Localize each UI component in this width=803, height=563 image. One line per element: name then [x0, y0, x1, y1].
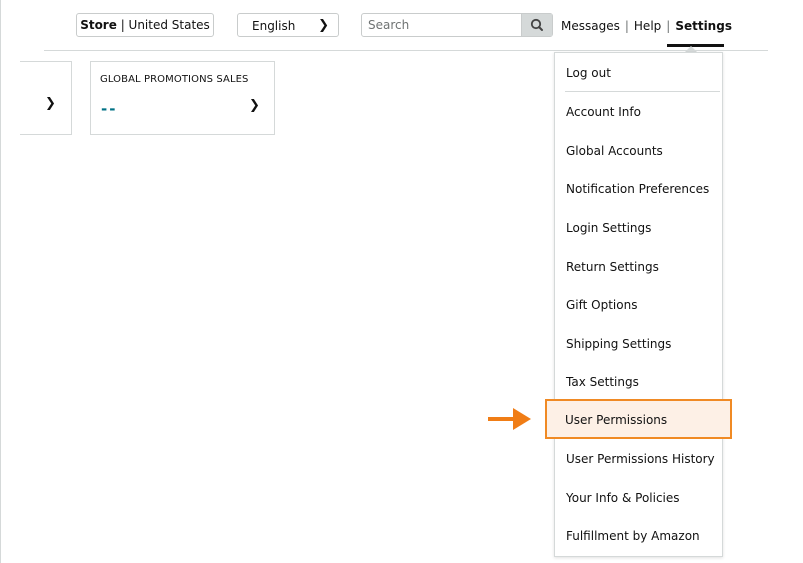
dashboard-card-partial[interactable]: ❯: [20, 61, 72, 135]
page-left-border: [0, 0, 1, 563]
menu-item-shipping-settings[interactable]: Shipping Settings: [566, 336, 671, 352]
language-select[interactable]: English ❯: [237, 13, 339, 37]
help-link[interactable]: Help: [634, 19, 661, 33]
top-links: Messages | Help | Settings: [561, 17, 732, 35]
link-separator: |: [624, 19, 629, 33]
menu-item-fulfillment-by-amazon[interactable]: Fulfillment by Amazon: [566, 528, 700, 544]
search-icon: [530, 18, 543, 31]
menu-item-login-settings[interactable]: Login Settings: [566, 220, 651, 236]
chevron-down-icon[interactable]: ❯: [249, 98, 260, 113]
card-value: --: [101, 100, 118, 118]
card-title: GLOBAL PROMOTIONS SALES: [100, 74, 249, 85]
menu-item-user-permissions-history[interactable]: User Permissions History: [566, 451, 715, 467]
menu-item-user-permissions[interactable]: User Permissions: [565, 412, 667, 428]
search-button[interactable]: [521, 14, 552, 36]
chevron-down-icon: ❯: [318, 18, 329, 33]
messages-link[interactable]: Messages: [561, 19, 620, 33]
menu-item-global-accounts[interactable]: Global Accounts: [566, 143, 663, 159]
global-promotions-card[interactable]: GLOBAL PROMOTIONS SALES -- ❯: [90, 61, 275, 135]
link-separator: |: [666, 19, 671, 33]
search-box: [361, 13, 553, 37]
language-selected: English: [252, 19, 296, 33]
menu-item-return-settings[interactable]: Return Settings: [566, 259, 659, 275]
store-separator: |: [116, 18, 129, 32]
store-region: United States: [128, 18, 210, 32]
menu-item-gift-options[interactable]: Gift Options: [566, 297, 637, 313]
menu-divider: [565, 91, 720, 92]
arrow-right-icon: [488, 408, 531, 430]
store-selector-button[interactable]: Store | United States: [76, 13, 214, 37]
settings-dropdown-menu: Log out Account Info Global Accounts Not…: [554, 52, 723, 557]
menu-item-log-out[interactable]: Log out: [566, 65, 611, 81]
menu-item-tax-settings[interactable]: Tax Settings: [566, 374, 639, 390]
menu-item-notification-preferences[interactable]: Notification Preferences: [566, 181, 709, 197]
settings-link[interactable]: Settings: [675, 19, 732, 33]
header-divider: [44, 50, 768, 51]
menu-item-your-info-policies[interactable]: Your Info & Policies: [566, 490, 680, 506]
menu-item-account-info[interactable]: Account Info: [566, 104, 641, 120]
store-label: Store: [80, 18, 117, 32]
chevron-down-icon[interactable]: ❯: [45, 96, 56, 111]
search-input[interactable]: [368, 16, 518, 34]
